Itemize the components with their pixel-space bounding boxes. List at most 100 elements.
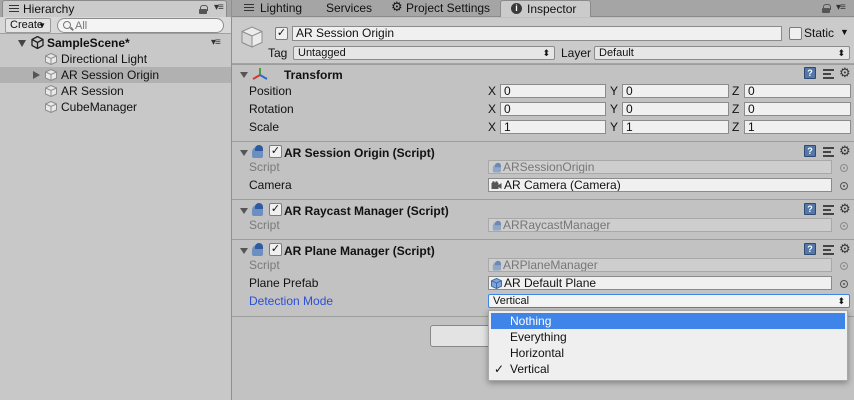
- hierarchy-toolbar: Create ▼: [0, 17, 231, 34]
- object-name-field[interactable]: AR Session Origin: [292, 26, 782, 41]
- object-picker-icon[interactable]: [840, 182, 848, 190]
- lock-icon[interactable]: [822, 4, 831, 13]
- rotation-y-field[interactable]: 0: [622, 102, 729, 116]
- collapse-arrow-icon[interactable]: [240, 248, 248, 254]
- static-dropdown-arrow[interactable]: ▼: [840, 27, 849, 37]
- presets-icon[interactable]: [823, 68, 834, 79]
- scale-z-field[interactable]: 1: [744, 120, 851, 134]
- gameobject-cube-icon: [45, 69, 57, 81]
- scene-menu-icon[interactable]: ▾≡: [211, 37, 221, 48]
- active-checkbox[interactable]: ✓: [275, 27, 288, 40]
- presets-icon[interactable]: [823, 146, 834, 157]
- plane-prefab-field[interactable]: AR Default Plane: [488, 276, 832, 290]
- tag-dropdown[interactable]: Untagged ⬍: [293, 46, 555, 60]
- collapse-arrow-icon[interactable]: [240, 72, 248, 78]
- create-button[interactable]: Create ▼: [5, 18, 51, 33]
- gameobject-cube-icon: [45, 85, 57, 97]
- menu-item-horizontal[interactable]: Horizontal: [491, 345, 845, 361]
- plane-prefab-value: AR Default Plane: [504, 276, 597, 290]
- tab-inspector[interactable]: i Inspector: [500, 0, 591, 17]
- tab-project-settings-label: Project Settings: [406, 1, 491, 15]
- gameobject-cube-icon: [45, 101, 57, 113]
- settings-gear-icon[interactable]: ⚙: [839, 143, 851, 159]
- collapse-arrow-icon[interactable]: [240, 150, 248, 156]
- panel-menu-icon[interactable]: ▾≡: [214, 2, 224, 13]
- menu-item-label: Nothing: [510, 314, 552, 328]
- script-label: Script: [249, 160, 280, 174]
- position-y-field[interactable]: 0: [622, 84, 729, 98]
- object-picker-icon: [840, 164, 848, 172]
- presets-icon[interactable]: [823, 204, 834, 215]
- hierarchy-search-box[interactable]: [57, 18, 224, 33]
- expand-arrow-icon[interactable]: [18, 40, 26, 47]
- plane-prefab-label: Plane Prefab: [249, 276, 319, 290]
- component-separator: [232, 239, 854, 240]
- script-value: ARRaycastManager: [503, 218, 611, 232]
- help-book-icon[interactable]: ?: [804, 243, 816, 255]
- hierarchy-search-input[interactable]: [75, 19, 215, 32]
- settings-gear-icon[interactable]: ⚙: [839, 241, 851, 257]
- ar-plane-manager-title: AR Plane Manager (Script): [284, 244, 435, 258]
- scene-row[interactable]: SampleScene* ▾≡: [0, 35, 231, 51]
- object-picker-icon: [840, 262, 848, 270]
- rotation-x-field[interactable]: 0: [500, 102, 606, 116]
- component-header-icons: ? ⚙: [804, 143, 854, 159]
- hierarchy-tab[interactable]: Hierarchy ▾≡: [2, 0, 227, 17]
- menu-item-vertical[interactable]: ✓ Vertical: [491, 361, 845, 377]
- hierarchy-item[interactable]: Directional Light: [0, 51, 231, 67]
- tab-services-label: Services: [326, 1, 373, 15]
- hierarchy-item[interactable]: AR Session: [0, 83, 231, 99]
- component-enabled-checkbox[interactable]: ✓: [269, 145, 282, 158]
- script-file-icon: [492, 260, 504, 271]
- rotation-z-field[interactable]: 0: [744, 102, 851, 116]
- help-book-icon[interactable]: ?: [804, 145, 816, 157]
- gear-icon: ⚙: [391, 0, 403, 14]
- tab-inspector-label: Inspector: [527, 2, 577, 16]
- hierarchy-item-selected[interactable]: AR Session Origin: [0, 67, 231, 83]
- component-enabled-checkbox[interactable]: ✓: [269, 203, 282, 216]
- updown-arrow-icon: ⬍: [542, 48, 550, 58]
- menu-item-nothing[interactable]: Nothing: [491, 313, 845, 329]
- component-separator: [232, 199, 854, 200]
- axis-x-label: X: [488, 102, 497, 116]
- position-x-field[interactable]: 0: [500, 84, 606, 98]
- tab-lighting[interactable]: Lighting: [234, 0, 326, 17]
- layer-dropdown[interactable]: Default ⬍: [594, 46, 850, 60]
- script-value: ARSessionOrigin: [503, 160, 595, 174]
- settings-gear-icon[interactable]: ⚙: [839, 65, 851, 81]
- camera-icon: [491, 181, 502, 189]
- updown-arrow-icon: ⬍: [837, 296, 845, 306]
- camera-field[interactable]: AR Camera (Camera): [488, 178, 832, 192]
- rotation-label: Rotation: [249, 102, 294, 116]
- gameobject-cube-icon: [45, 53, 57, 65]
- static-checkbox[interactable]: [789, 27, 802, 40]
- static-label: Static: [804, 26, 835, 40]
- position-z-field[interactable]: 0: [744, 84, 851, 98]
- presets-icon[interactable]: [823, 244, 834, 255]
- help-book-icon[interactable]: ?: [804, 67, 816, 79]
- collapse-arrow-icon[interactable]: [240, 208, 248, 214]
- inspector-area: Lighting Services ⚙ Project Settings i I…: [231, 0, 854, 400]
- hierarchy-item[interactable]: CubeManager: [0, 99, 231, 115]
- help-book-icon[interactable]: ?: [804, 203, 816, 215]
- chevron-down-icon: ▼: [38, 21, 46, 30]
- panel-menu-icon[interactable]: ▾≡: [836, 2, 846, 13]
- component-separator: [232, 141, 854, 142]
- layer-value: Default: [599, 47, 634, 59]
- expand-arrow-icon[interactable]: [33, 71, 40, 79]
- object-picker-icon[interactable]: [840, 280, 848, 288]
- settings-gear-icon[interactable]: ⚙: [839, 201, 851, 217]
- lock-icon[interactable]: [199, 5, 208, 14]
- hierarchy-item-label: AR Session Origin: [61, 68, 160, 82]
- detection-mode-dropdown[interactable]: Vertical ⬍: [488, 294, 850, 308]
- object-picker-icon: [840, 222, 848, 230]
- script-file-icon: [492, 162, 504, 173]
- tab-project-settings[interactable]: ⚙ Project Settings: [382, 0, 500, 17]
- scale-x-field[interactable]: 1: [500, 120, 606, 134]
- component-enabled-checkbox[interactable]: ✓: [269, 243, 282, 256]
- hierarchy-list-icon: [9, 5, 19, 14]
- ar-session-origin-title: AR Session Origin (Script): [284, 146, 435, 160]
- scale-y-field[interactable]: 1: [622, 120, 729, 134]
- menu-item-everything[interactable]: Everything: [491, 329, 845, 345]
- script-file-icon: [492, 220, 504, 231]
